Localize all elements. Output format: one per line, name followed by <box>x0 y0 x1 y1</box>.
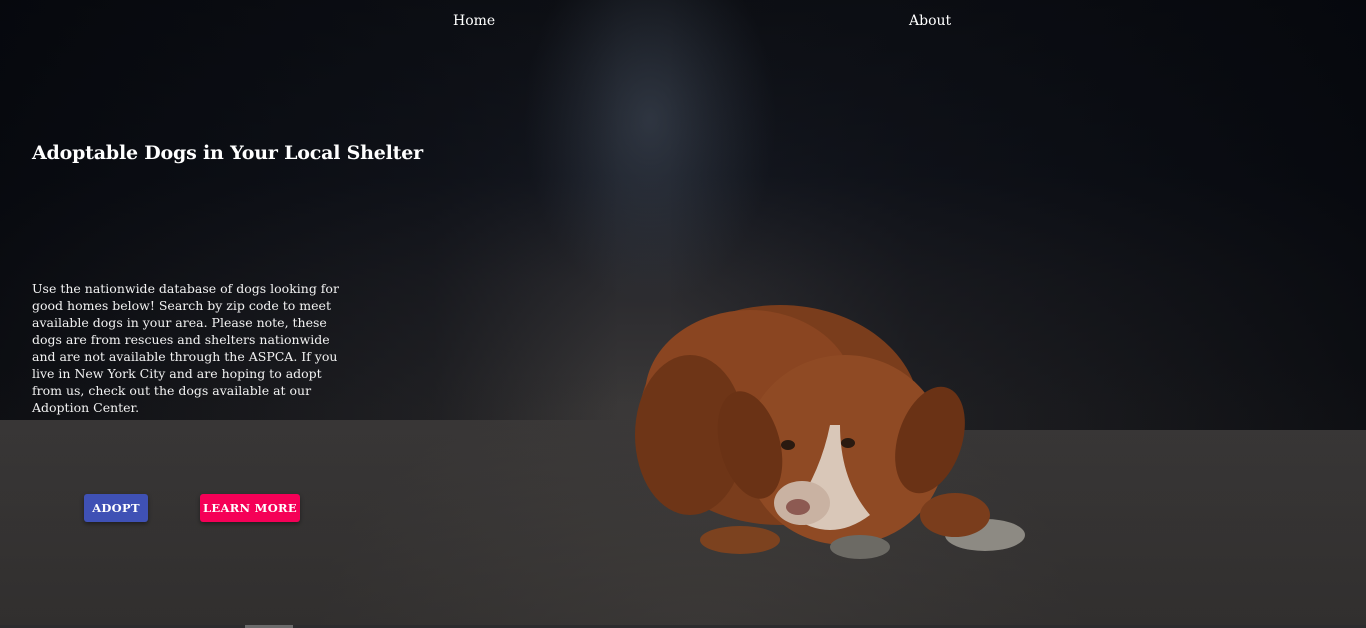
nav-home-link[interactable]: Home <box>453 13 495 29</box>
page-title: Adoptable Dogs in Your Local Shelter <box>32 142 423 164</box>
top-nav: Home About <box>0 0 1366 44</box>
nav-about-link[interactable]: About <box>909 13 951 29</box>
hero-description: Use the nationwide database of dogs look… <box>32 281 339 415</box>
learn-more-button[interactable]: LEARN MORE <box>200 494 300 522</box>
dog-image <box>635 305 1025 559</box>
adopt-button[interactable]: ADOPT <box>84 494 148 522</box>
